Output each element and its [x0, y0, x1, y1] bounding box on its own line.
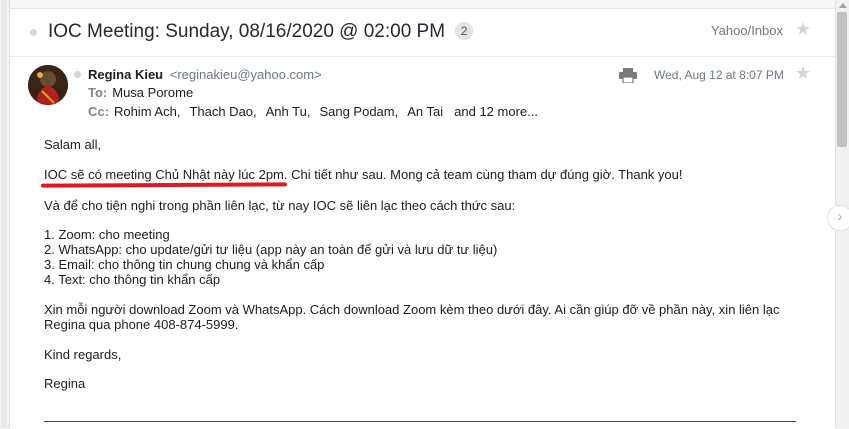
folder-label[interactable]: Yahoo/Inbox [711, 23, 783, 38]
highlighted-text: IOC sẽ có meeting Chủ Nhật này lúc 2pm. [44, 167, 288, 182]
greeting: Salam all, [44, 137, 102, 152]
cc-label: Cc: [88, 104, 109, 119]
unread-dot-icon[interactable] [30, 29, 37, 36]
message-subject: IOC Meeting: Sunday, 08/16/2020 @ 02:00 … [48, 21, 474, 43]
body-line-2: Và để cho tiện nghi trong phần liên lạc,… [44, 198, 516, 213]
body-line-1-rest: Chi tiết như sau. Mong cả team cùng tham… [287, 167, 683, 182]
message-pane [10, 0, 835, 429]
to-label: To: [88, 85, 108, 100]
to-recipient[interactable]: Musa Porome [112, 85, 193, 100]
top-edge-bar [10, 0, 835, 9]
body-line-1: IOC sẽ có meeting Chủ Nhật này lúc 2pm. … [44, 167, 682, 182]
list-item: 1. Zoom: cho meeting [44, 227, 170, 242]
header-divider [10, 56, 835, 57]
print-icon[interactable] [619, 68, 637, 84]
cc-line: Cc: Rohim Ach, Thach Dao, Anh Tu, Sang Podam… [88, 104, 538, 119]
star-icon[interactable]: ★ [795, 20, 811, 38]
message-date: Wed, Aug 12 at 8:07 PM [654, 68, 784, 82]
sender-name[interactable]: Regina Kieu [88, 67, 163, 82]
closing: Kind regards, [44, 347, 122, 362]
cc-recipient[interactable]: Thach Dao, [189, 104, 256, 119]
list-item: 2. WhatsApp: cho update/gửi tư liệu (app… [44, 242, 498, 257]
thread-count-badge[interactable]: 2 [455, 22, 474, 40]
list-item: 3. Email: cho thông tin chung chung và k… [44, 257, 325, 272]
paragraph-line: Regina qua phone 408-874-5999. [44, 317, 239, 332]
to-line: To: Musa Porome [88, 85, 193, 100]
from-line: Regina Kieu <reginakieu@yahoo.com> [88, 67, 322, 82]
sender-email[interactable]: <reginakieu@yahoo.com> [170, 67, 322, 82]
sender-status-dot-icon[interactable] [74, 71, 81, 78]
paragraph-line: Xin mỗi người download Zoom và WhatsApp.… [44, 302, 780, 317]
cc-recipient[interactable]: Anh Tu, [266, 104, 311, 119]
chevron-right-icon[interactable]: › [827, 205, 849, 231]
subject-row: IOC Meeting: Sunday, 08/16/2020 @ 02:00 … [10, 18, 835, 48]
left-scroll-strip [0, 0, 10, 428]
left-scroll-thumb[interactable] [1, 0, 7, 428]
signature: Regina [44, 376, 86, 391]
cc-more-link[interactable]: and 12 more... [454, 104, 538, 119]
avatar[interactable] [28, 65, 68, 105]
list-item: 4. Text: cho thông tin khẩn cấp [44, 272, 221, 287]
subject-text: IOC Meeting: Sunday, 08/16/2020 @ 02:00 … [48, 21, 446, 42]
star-icon[interactable]: ★ [795, 64, 811, 82]
scroll-up-icon[interactable] [839, 3, 847, 8]
scrollbar-thumb[interactable] [837, 12, 847, 147]
cc-recipient[interactable]: Sang Podam, [319, 104, 398, 119]
signature-rule [44, 421, 796, 422]
cc-recipient[interactable]: An Tai [407, 104, 443, 119]
cc-recipient[interactable]: Rohim Ach, [114, 104, 180, 119]
